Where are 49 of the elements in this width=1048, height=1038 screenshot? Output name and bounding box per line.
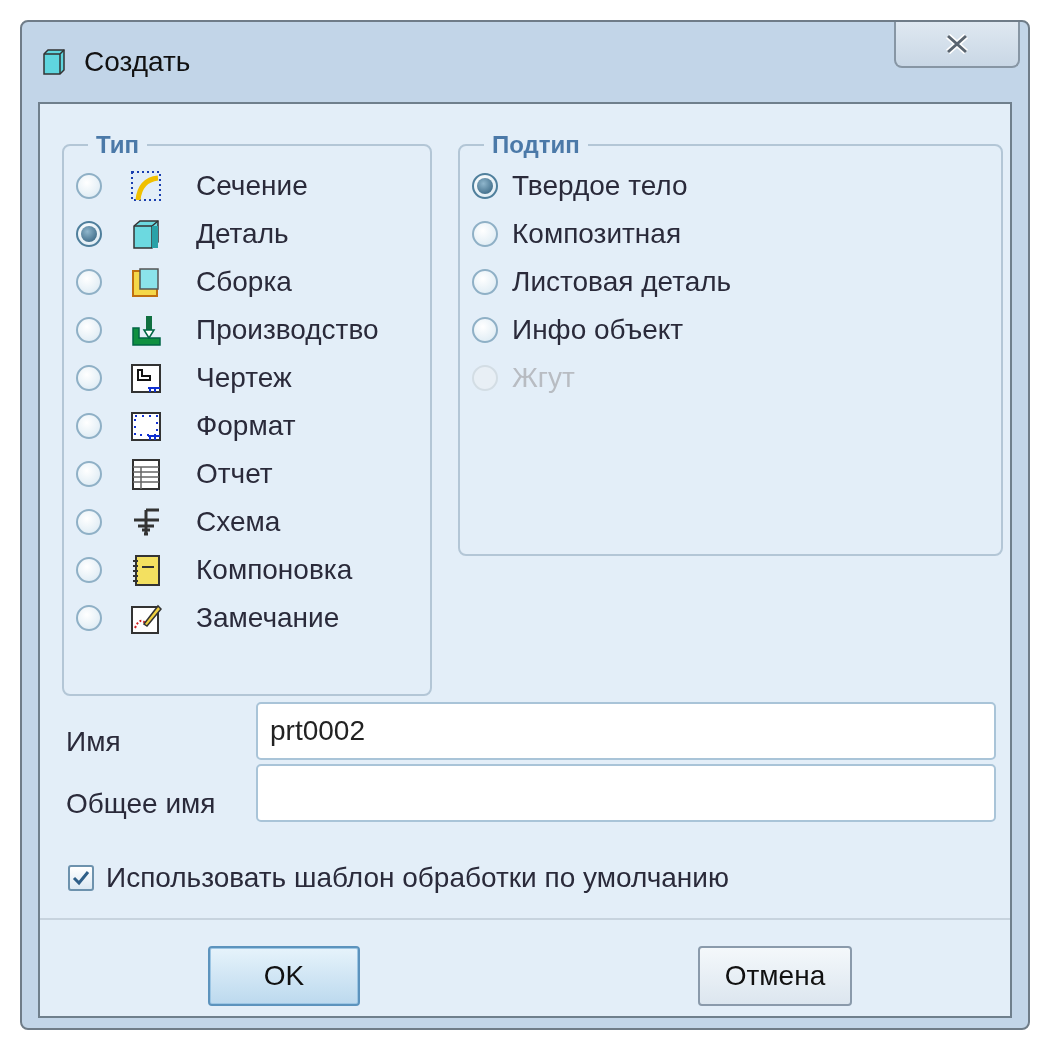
radio-label[interactable]: Компоновка: [196, 554, 353, 586]
radio-label[interactable]: Чертеж: [196, 362, 292, 394]
manufacturing-icon: [130, 313, 162, 347]
radio-button[interactable]: [472, 173, 498, 199]
radio-button[interactable]: [76, 605, 102, 631]
radio-button[interactable]: [76, 509, 102, 535]
text-field[interactable]: [256, 764, 996, 822]
dialog-button[interactable]: OK: [208, 946, 360, 1006]
text-field[interactable]: prt0002: [256, 702, 996, 760]
radio-button[interactable]: [472, 317, 498, 343]
close-button[interactable]: [894, 22, 1020, 68]
radio-button[interactable]: [76, 461, 102, 487]
radio-button[interactable]: [472, 221, 498, 247]
radio-label[interactable]: Замечание: [196, 602, 340, 634]
checkbox-label[interactable]: Использовать шаблон обработки по умолчанию: [106, 862, 729, 894]
format-sheet-icon: [130, 409, 162, 443]
radio-button[interactable]: [76, 365, 102, 391]
field-label: Общее имя: [66, 788, 217, 821]
radio-label[interactable]: Твердое тело: [512, 170, 688, 202]
radio-button[interactable]: [76, 557, 102, 583]
section-arc-icon: [130, 169, 162, 203]
radio-label[interactable]: Формат: [196, 410, 296, 442]
field-label: Имя: [66, 726, 122, 759]
radio-button[interactable]: [472, 269, 498, 295]
cube-icon: [42, 49, 66, 75]
checkbox[interactable]: [68, 865, 94, 891]
cube-icon: [130, 217, 162, 251]
check-icon: [71, 868, 91, 888]
radio-label[interactable]: Сечение: [196, 170, 308, 202]
radio-label[interactable]: Сборка: [196, 266, 292, 298]
notebook-icon: [130, 553, 162, 587]
radio-label[interactable]: Производство: [196, 314, 379, 346]
radio-button[interactable]: [76, 413, 102, 439]
close-icon: [944, 33, 970, 55]
radio-label[interactable]: Композитная: [512, 218, 682, 250]
radio-button[interactable]: [76, 173, 102, 199]
assembly-icon: [130, 265, 162, 299]
radio-label[interactable]: Схема: [196, 506, 281, 538]
radio-label[interactable]: Отчет: [196, 458, 273, 490]
table-sheet-icon: [130, 457, 162, 491]
drawing-sheet-icon: [130, 361, 162, 395]
window-title: Создать: [84, 46, 191, 78]
radio-button[interactable]: [76, 221, 102, 247]
dialog-button[interactable]: Отмена: [698, 946, 852, 1006]
radio-button[interactable]: [76, 317, 102, 343]
radio-label[interactable]: Деталь: [196, 218, 289, 250]
radio-button[interactable]: [76, 269, 102, 295]
radio-label[interactable]: Инфо объект: [512, 314, 684, 346]
radio-label[interactable]: Листовая деталь: [512, 266, 732, 298]
